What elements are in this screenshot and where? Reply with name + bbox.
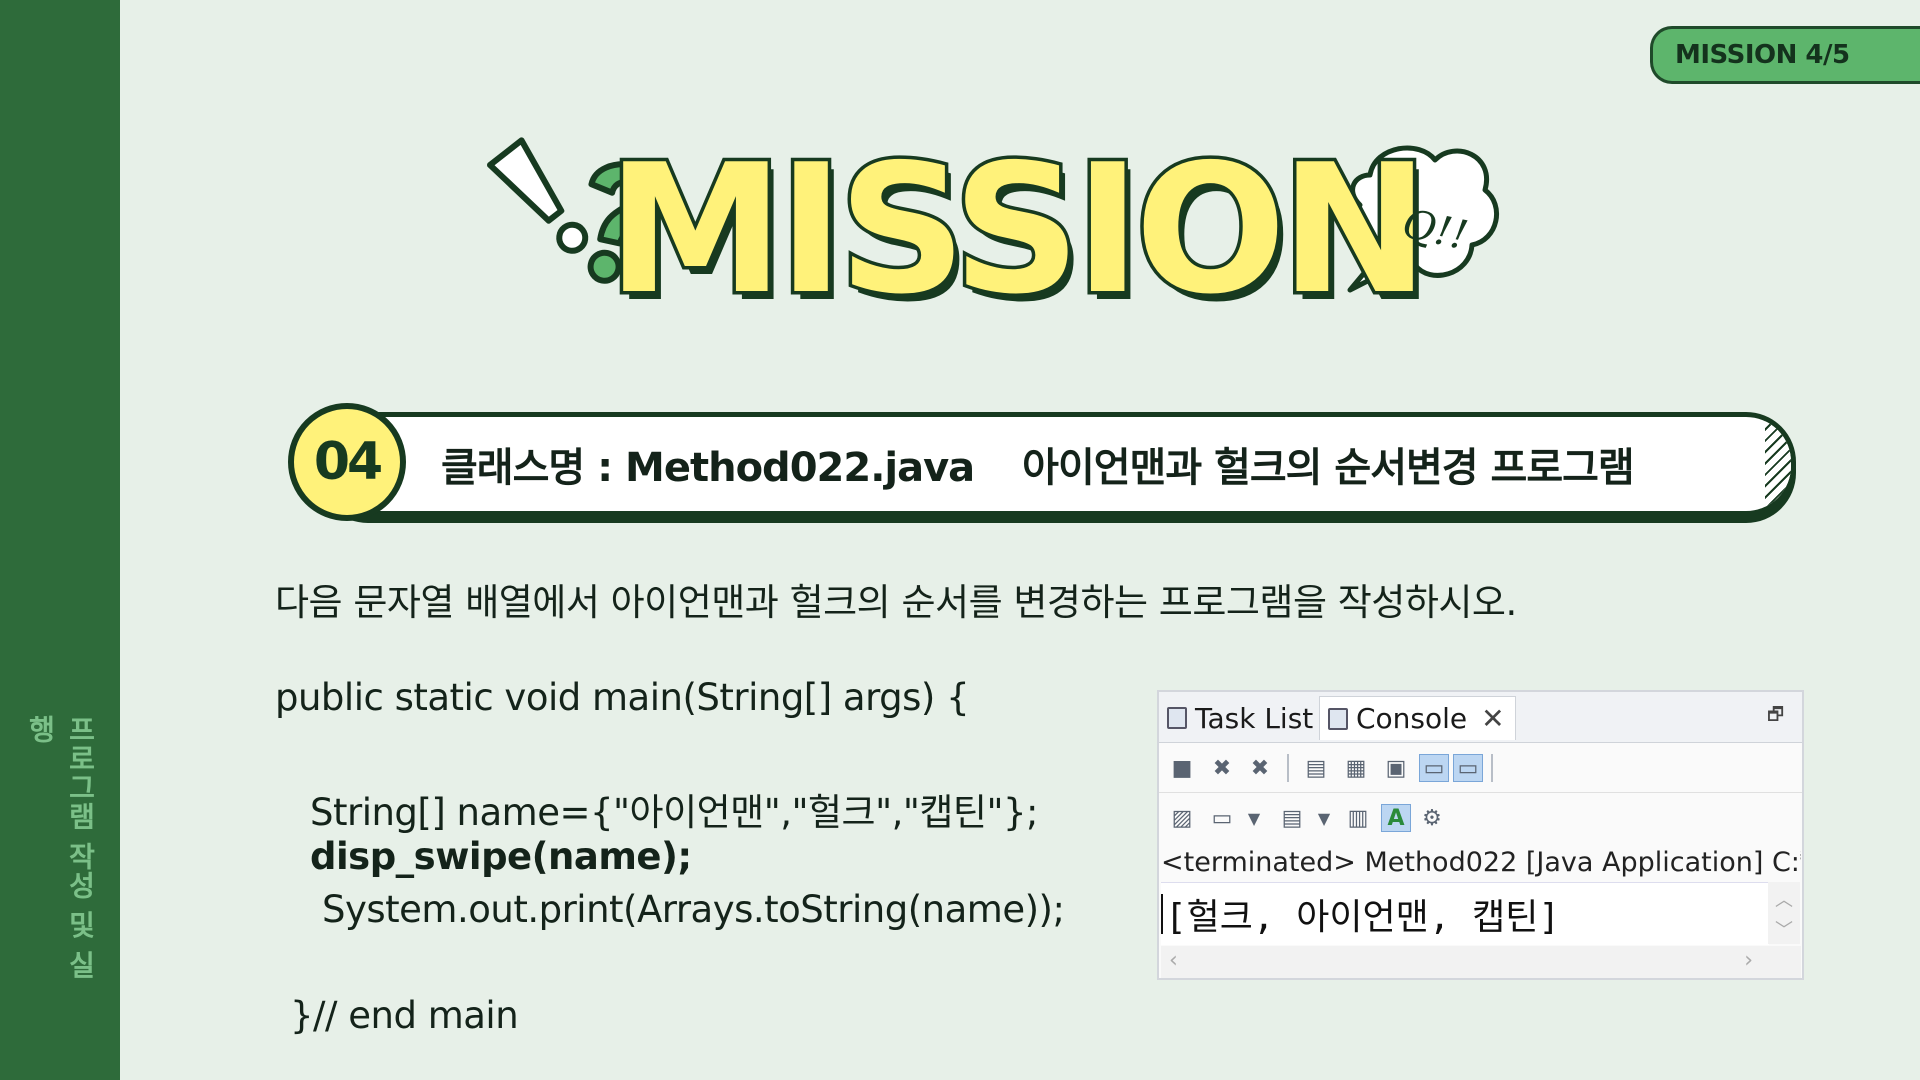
scroll-lock-icon[interactable]: ▦ [1341, 754, 1371, 782]
scroll-right-icon[interactable]: › [1744, 948, 1753, 973]
chevron-down-icon[interactable]: ▼ [1309, 804, 1339, 832]
text-cursor [1161, 894, 1163, 934]
console-status: <terminated> Method022 [Java Application… [1161, 846, 1801, 878]
task-list-icon [1167, 707, 1187, 729]
restore-icon[interactable]: 🗗 [1767, 702, 1784, 732]
mission-title: MISSION [603, 126, 1432, 333]
code-line-main: public static void main(String[] args) { [275, 676, 970, 719]
mission-number-badge: 04 [288, 403, 406, 521]
close-icon[interactable]: ✕ [1481, 702, 1504, 735]
display-console-icon[interactable]: ▭ [1207, 804, 1237, 832]
scroll-down-icon[interactable]: ﹀ [1768, 916, 1800, 942]
code-line-print: System.out.print(Arrays.toString(name)); [322, 888, 1065, 931]
chevron-down-icon[interactable]: ▼ [1239, 804, 1269, 832]
highlight-icon[interactable]: A [1381, 804, 1411, 832]
terminate-icon[interactable]: ■ [1167, 754, 1197, 782]
clear-console-icon[interactable]: ▤ [1301, 754, 1331, 782]
remove-all-terminated-icon[interactable]: ✖ [1245, 754, 1275, 782]
toolbar-separator [1287, 754, 1289, 782]
gear-icon[interactable]: ⚙ [1417, 804, 1447, 832]
pin-console-icon[interactable]: ▨ [1167, 804, 1197, 832]
remove-launch-icon[interactable]: ✖ [1207, 754, 1237, 782]
toolbar-separator [1491, 754, 1493, 782]
header-text: 클래스명 : Method022.java 아이언맨과 헐크의 순서변경 프로그… [441, 417, 1635, 511]
class-name-label: 클래스명 : Method022.java [441, 445, 975, 491]
console-toolbar-primary: ■ ✖ ✖ ▤ ▦ ▣ ▭ ▭ [1159, 744, 1802, 793]
console-icon [1328, 707, 1348, 730]
scroll-up-icon[interactable]: ︿ [1768, 886, 1800, 912]
mission-header-bar: 클래스명 : Method022.java 아이언맨과 헐크의 순서변경 프로그… [318, 412, 1796, 516]
console-tab-bar: Task List Console ✕ 🗗 [1159, 692, 1802, 743]
show-on-stdout-icon[interactable]: ▭ [1419, 754, 1449, 782]
tab-console-label: Console [1356, 702, 1468, 735]
copy-icon[interactable]: ▥ [1343, 804, 1373, 832]
show-on-stderr-icon[interactable]: ▭ [1453, 754, 1483, 782]
horizontal-scrollbar[interactable]: ‹ › [1161, 946, 1801, 978]
code-line-end: }// end main [290, 994, 519, 1037]
program-title: 아이언맨과 헐크의 순서변경 프로그램 [1022, 445, 1635, 491]
console-output-text: [헐크, 아이언맨, 캡틴] [1165, 897, 1561, 938]
tab-console[interactable]: Console ✕ [1319, 696, 1516, 740]
tab-task-list-label: Task List [1195, 701, 1314, 735]
header-stripes [1765, 417, 1791, 511]
sidebar: 프로그램 작성 및 실행 [0, 0, 120, 1080]
console-toolbar-secondary: ▨ ▭ ▼ ▤ ▼ ▥ A ⚙ [1159, 794, 1802, 842]
scroll-left-icon[interactable]: ‹ [1169, 948, 1178, 973]
tab-task-list[interactable]: Task List [1167, 696, 1322, 740]
sidebar-label: 프로그램 작성 및 실행 [24, 715, 97, 980]
code-line-swipe: disp_swipe(name); [310, 835, 692, 878]
mission-logo: MISSION Q!! [470, 135, 1500, 335]
word-wrap-icon[interactable]: ▣ [1381, 754, 1411, 782]
mission-progress-badge: MISSION 4/5 [1650, 26, 1920, 84]
code-line-array: String[] name={"아이언맨","헐크","캡틴"}; [310, 791, 1039, 834]
eclipse-console-panel: Task List Console ✕ 🗗 ■ ✖ ✖ ▤ ▦ ▣ ▭ ▭ ▨ … [1157, 690, 1804, 980]
console-output[interactable]: [헐크, 아이언맨, 캡틴] [1161, 882, 1769, 945]
exclamation-icon [487, 137, 589, 254]
vertical-scrollbar[interactable]: ︿ ﹀ [1768, 882, 1800, 944]
open-console-icon[interactable]: ▤ [1277, 804, 1307, 832]
mission-description: 다음 문자열 배열에서 아이언맨과 헐크의 순서를 변경하는 프로그램을 작성하… [275, 581, 1517, 624]
